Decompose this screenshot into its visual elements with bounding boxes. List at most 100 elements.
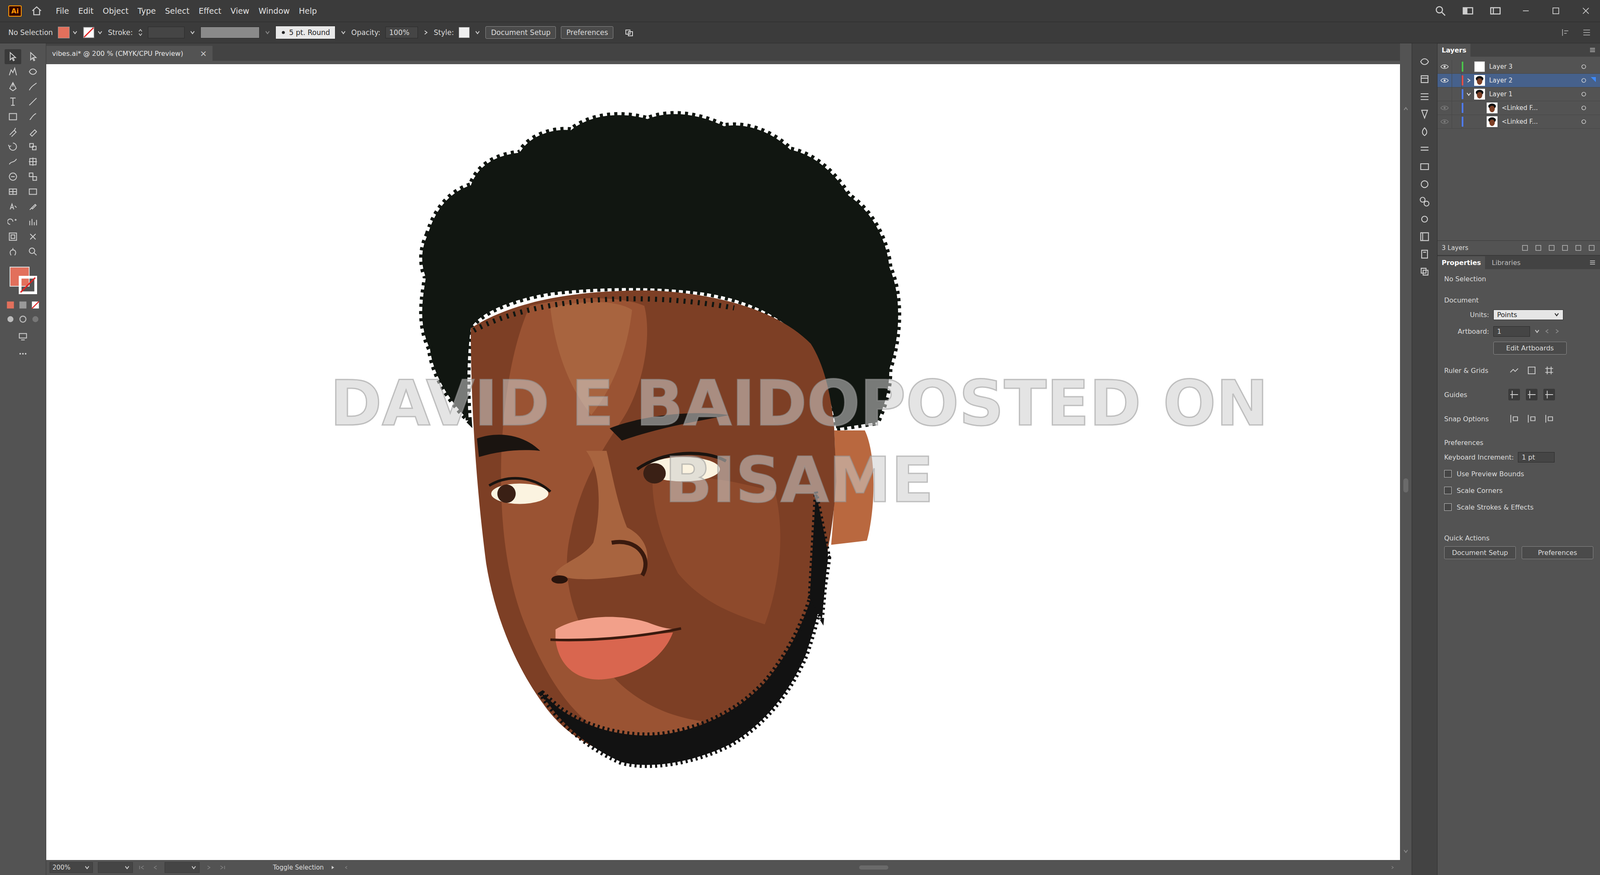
eye-icon[interactable] — [1440, 119, 1449, 125]
panel-icon[interactable] — [1418, 213, 1431, 225]
scroll-thumb[interactable] — [859, 865, 889, 870]
document-tab[interactable]: vibes.ai* @ 200 % (CMYK/CPU Preview)× — [46, 45, 213, 61]
expand-toggle[interactable] — [1463, 77, 1475, 84]
snap-icon[interactable] — [1525, 412, 1538, 425]
panel-icon[interactable] — [1418, 178, 1431, 190]
scroll-up-icon[interactable] — [1402, 105, 1409, 112]
scroll-left-icon[interactable] — [342, 865, 351, 870]
close-icon[interactable] — [1580, 5, 1592, 17]
caret-icon[interactable] — [1534, 328, 1540, 335]
control-button[interactable]: Preferences — [560, 26, 614, 39]
variable-width-profile[interactable] — [200, 26, 260, 39]
tool-button[interactable] — [4, 94, 22, 110]
menu-item[interactable]: Object — [102, 6, 129, 16]
layer-action-icon[interactable] — [1587, 243, 1596, 253]
style-swatch[interactable] — [458, 27, 470, 38]
layer-action-icon[interactable] — [1574, 243, 1583, 253]
caret-icon[interactable] — [474, 29, 481, 36]
tool-button[interactable] — [24, 169, 42, 185]
layer-action-icon[interactable] — [1534, 243, 1543, 253]
rotation-field[interactable] — [97, 862, 133, 873]
visibility-toggle[interactable] — [1437, 119, 1452, 125]
draw-inside-icon[interactable] — [30, 314, 41, 325]
panel-icon[interactable] — [1418, 248, 1431, 260]
home-icon[interactable] — [30, 5, 43, 17]
arrange-icon[interactable] — [1489, 4, 1502, 18]
tool-button[interactable] — [4, 169, 22, 185]
control-button[interactable]: Document Setup — [485, 26, 556, 39]
menu-item[interactable]: Help — [298, 6, 317, 16]
layer-row[interactable]: Layer 2 — [1437, 73, 1600, 88]
workspace-icon[interactable] — [1461, 4, 1475, 18]
stroke-weight-field[interactable] — [147, 26, 185, 39]
menu-item[interactable]: File — [55, 6, 70, 16]
tool-button[interactable] — [24, 109, 42, 125]
tool-button[interactable] — [24, 199, 42, 215]
selection-indicator[interactable] — [1590, 104, 1598, 112]
fill-stroke-control[interactable] — [7, 266, 39, 296]
lock-toggle[interactable] — [1451, 73, 1462, 88]
scroll-right-icon[interactable] — [1388, 865, 1397, 870]
menu-item[interactable]: Edit — [78, 6, 94, 16]
layer-row[interactable]: <Linked F... — [1437, 101, 1600, 115]
visibility-toggle[interactable] — [1437, 64, 1452, 70]
guides-icon[interactable] — [1543, 388, 1555, 401]
ruler-grid-icon[interactable] — [1543, 364, 1555, 377]
menu-item[interactable]: Window — [258, 6, 290, 16]
opacity-field[interactable]: 100% — [385, 26, 418, 39]
checkbox-row[interactable]: Scale Corners — [1444, 484, 1594, 497]
gradient-icon[interactable] — [17, 300, 28, 310]
tool-button[interactable] — [4, 49, 22, 65]
keyboard-field[interactable]: 1 pt — [1517, 452, 1555, 463]
vertical-scrollbar[interactable] — [1400, 43, 1412, 875]
fill-swatch[interactable] — [57, 26, 70, 39]
caret-icon[interactable] — [97, 29, 103, 36]
disclosure-arrow-icon[interactable] — [1465, 91, 1472, 98]
menu-item[interactable]: Effect — [198, 6, 222, 16]
lock-toggle[interactable] — [1451, 87, 1462, 101]
quick-action-button[interactable]: Document Setup — [1444, 546, 1516, 560]
minimize-icon[interactable] — [1520, 5, 1532, 17]
lock-toggle[interactable] — [1451, 60, 1462, 74]
panel-icon[interactable] — [1418, 265, 1431, 278]
layer-row[interactable]: Layer 1 — [1437, 87, 1600, 102]
stroke-dropdown[interactable] — [82, 26, 103, 39]
tool-button[interactable] — [4, 139, 22, 155]
panel-menu-icon[interactable] — [1588, 258, 1597, 267]
draw-behind-icon[interactable] — [17, 314, 28, 325]
tool-button[interactable] — [24, 244, 42, 260]
draw-normal-icon[interactable] — [5, 314, 16, 325]
panel-icon[interactable] — [1418, 90, 1431, 103]
caret-icon[interactable] — [190, 864, 197, 871]
tool-button[interactable] — [24, 229, 42, 245]
caret-icon[interactable] — [189, 29, 196, 36]
visibility-toggle[interactable] — [1437, 105, 1452, 111]
next-icon[interactable] — [1554, 328, 1560, 335]
lock-toggle[interactable] — [1451, 101, 1462, 115]
ruler-grid-icon[interactable] — [1525, 364, 1538, 377]
previous-icon[interactable] — [1544, 328, 1550, 335]
panel-icon[interactable] — [1418, 55, 1431, 68]
horizontal-scrollbar[interactable] — [355, 864, 1384, 871]
ruler-grid-icon[interactable] — [1508, 364, 1520, 377]
align-icon[interactable] — [1560, 27, 1571, 38]
chevron-right-icon[interactable] — [422, 29, 429, 36]
caret-icon[interactable] — [72, 29, 78, 36]
tool-button[interactable] — [24, 124, 42, 140]
checkbox[interactable] — [1444, 486, 1452, 495]
menu-item[interactable]: Type — [137, 6, 156, 16]
maximize-icon[interactable] — [1550, 5, 1562, 17]
stroke-swatch-icon[interactable] — [82, 26, 95, 39]
expand-toggle[interactable] — [1463, 91, 1475, 98]
panel-icon[interactable] — [1418, 108, 1431, 120]
caret-icon[interactable] — [84, 864, 90, 871]
quick-action-button[interactable]: Preferences — [1521, 546, 1594, 560]
target-icon[interactable] — [1580, 63, 1587, 70]
panel-tab[interactable]: Libraries — [1487, 256, 1525, 270]
tool-button[interactable] — [4, 64, 22, 80]
eye-icon[interactable] — [1440, 77, 1449, 83]
tool-button[interactable] — [4, 244, 22, 260]
status-menu-icon[interactable] — [328, 865, 338, 870]
search-icon[interactable] — [1434, 4, 1447, 18]
guides-icon[interactable] — [1508, 388, 1520, 401]
